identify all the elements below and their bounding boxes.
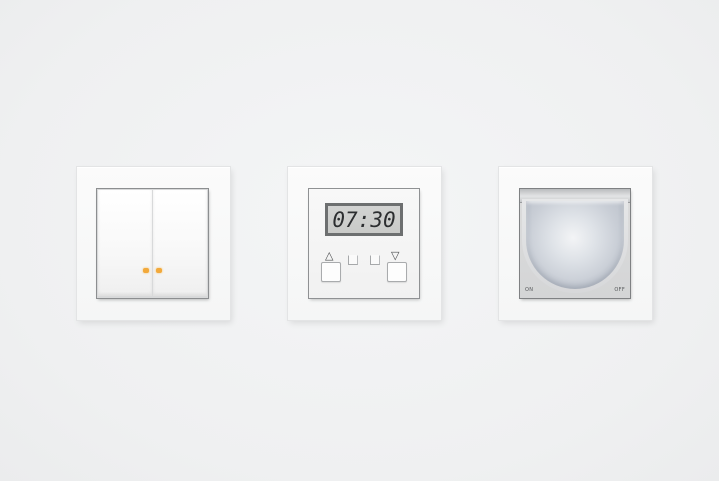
timer-up-button[interactable] — [321, 262, 341, 282]
timer-mini-key-left[interactable] — [348, 255, 358, 265]
rocker-switch-frame — [77, 167, 230, 320]
timer-mini-key-right[interactable] — [370, 255, 380, 265]
rocker-right[interactable] — [153, 190, 207, 296]
motion-sensor-frame: ON OFF — [499, 167, 652, 320]
lcd-time: 07:30 — [332, 208, 396, 232]
sensor-on-label: ON — [525, 287, 534, 293]
motion-sensor-insert: ON OFF — [520, 189, 630, 298]
triangle-down-icon: ▽ — [391, 249, 400, 262]
timer-insert: 07:30 △ ▽ — [309, 189, 419, 298]
sensor-off-label: OFF — [614, 287, 625, 293]
rocker-left[interactable] — [98, 190, 152, 296]
timer-frame: 07:30 △ ▽ — [288, 167, 441, 320]
rocker-switch-insert — [97, 189, 208, 298]
led-indicator-left-icon — [143, 268, 149, 273]
timer-down-button[interactable] — [387, 262, 407, 282]
triangle-up-icon: △ — [325, 249, 334, 262]
led-indicator-right-icon — [156, 268, 162, 273]
product-photo: 07:30 △ ▽ ON OFF — [0, 0, 719, 481]
lcd-display: 07:30 — [325, 203, 403, 236]
